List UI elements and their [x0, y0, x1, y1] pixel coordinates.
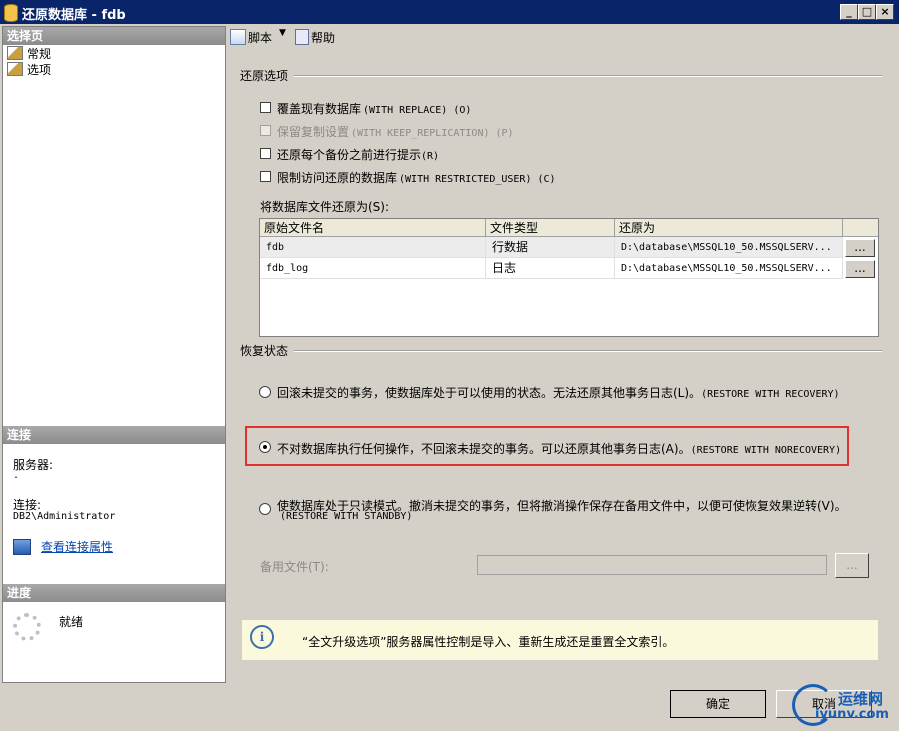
recovery-state-group-label: 恢复状态: [240, 342, 295, 359]
nav-item-general[interactable]: 常规: [7, 46, 51, 62]
group-separator: [240, 75, 882, 77]
nav-label: 选项: [27, 63, 52, 77]
progress-spinner-icon: [13, 613, 41, 641]
option-text: 覆盖现有数据库: [277, 102, 362, 116]
script-icon: [230, 29, 246, 45]
standby-file-label: 备用文件(T):: [260, 560, 329, 574]
recovery-radio[interactable]: [259, 386, 271, 398]
database-icon: [4, 4, 18, 22]
maximize-button[interactable]: □: [858, 4, 876, 20]
info-icon: i: [250, 625, 274, 649]
column-header-browse: [843, 219, 878, 237]
option-text: 保留复制设置: [277, 125, 350, 139]
table-row-file-name[interactable]: fdb_log: [260, 258, 486, 279]
column-header-restore-as[interactable]: 还原为: [615, 219, 843, 237]
keep-replication-label: 保留复制设置 (WITH KEEP_REPLICATION) (P): [277, 123, 514, 140]
option-text: 还原每个备份之前进行提示: [277, 148, 422, 162]
option-suffix: (RESTORE WITH RECOVERY): [701, 389, 840, 400]
restricted-user-checkbox[interactable]: [260, 171, 271, 182]
ok-button[interactable]: 确定: [670, 690, 766, 718]
view-connection-properties-link[interactable]: 查看连接属性: [41, 538, 113, 555]
restore-files-grid: 原始文件名 文件类型 还原为 fdb 行数据 D:\database\MSSQL…: [259, 218, 879, 337]
info-text: “全文升级选项”服务器属性控制是导入、重新生成还是重置全文索引。: [302, 635, 675, 649]
option-suffix: (WITH KEEP_REPLICATION) (P): [351, 128, 514, 139]
restore-options-group-label: 还原选项: [240, 67, 295, 84]
help-icon: [295, 29, 309, 45]
connection-value: DB2\Administrator: [13, 511, 116, 522]
option-suffix: (R): [421, 151, 440, 162]
standby-browse-button: ...: [835, 553, 869, 578]
script-button[interactable]: 脚本: [248, 29, 272, 46]
progress-header: 进度: [3, 584, 225, 602]
server-value: .: [13, 470, 20, 481]
minimize-button[interactable]: _: [840, 4, 858, 20]
help-button[interactable]: 帮助: [311, 29, 335, 46]
option-suffix: (WITH RESTRICTED_USER) (C): [399, 174, 556, 185]
browse-button[interactable]: ...: [845, 260, 875, 278]
toolbar: 脚本 ▼ 帮助: [227, 26, 897, 48]
progress-status: 就绪: [59, 615, 84, 629]
norecovery-label: 不对数据库执行任何操作，不回滚未提交的事务。可以还原其他事务日志(A)。(RES…: [277, 440, 841, 457]
nav-label: 常规: [27, 47, 52, 61]
option-suffix: (RESTORE WITH NORECOVERY): [690, 445, 842, 456]
connection-header: 连接: [3, 426, 225, 444]
window-title: 还原数据库 - fdb: [22, 8, 126, 23]
watermark-url: iyunv.com: [815, 707, 889, 722]
prompt-before-restore-checkbox[interactable]: [260, 148, 271, 159]
watermark-title: 运维网: [838, 690, 884, 708]
close-button[interactable]: ×: [876, 4, 894, 20]
table-row-file-type[interactable]: 日志: [486, 258, 615, 279]
info-bar: i “全文升级选项”服务器属性控制是导入、重新生成还是重置全文索引。: [242, 620, 878, 660]
with-replace-checkbox[interactable]: [260, 102, 271, 113]
option-text: 不对数据库执行任何操作，不回滚未提交的事务。可以还原其他事务日志(A)。: [277, 442, 691, 456]
column-header-file-type[interactable]: 文件类型: [486, 219, 615, 237]
table-row-file-name[interactable]: fdb: [260, 237, 486, 258]
option-text: 回滚未提交的事务，使数据库处于可以使用的状态。无法还原其他事务日志(L)。: [277, 386, 702, 400]
table-row-file-type[interactable]: 行数据: [486, 237, 615, 258]
connection-properties-icon: [13, 539, 31, 555]
title-bar: 还原数据库 - fdb _ □ ×: [0, 0, 899, 24]
norecovery-radio[interactable]: [259, 441, 271, 453]
prompt-before-restore-label: 还原每个备份之前进行提示(R): [277, 146, 439, 163]
page-icon: [7, 46, 23, 60]
table-row-restore-as[interactable]: D:\database\MSSQL10_50.MSSQLSERV...: [615, 237, 843, 258]
restricted-user-label: 限制访问还原的数据库 (WITH RESTRICTED_USER) (C): [277, 169, 556, 186]
option-text: 限制访问还原的数据库: [277, 171, 398, 185]
column-header-original-file[interactable]: 原始文件名: [260, 219, 486, 237]
keep-replication-checkbox: [260, 125, 271, 136]
left-pane: 选择页 常规 选项 连接 服务器: . 连接: DB2\Administrato…: [2, 26, 226, 683]
group-separator: [240, 350, 882, 352]
select-page-header: 选择页: [3, 27, 225, 45]
restore-files-label: 将数据库文件还原为(S):: [260, 200, 390, 214]
standby-file-input: [477, 555, 827, 575]
script-dropdown-icon[interactable]: ▼: [279, 28, 286, 38]
page-icon: [7, 62, 23, 76]
table-row-restore-as[interactable]: D:\database\MSSQL10_50.MSSQLSERV...: [615, 258, 843, 279]
with-replace-label: 覆盖现有数据库 (WITH REPLACE) (O): [277, 100, 471, 117]
option-suffix: (WITH REPLACE) (O): [363, 105, 472, 116]
recovery-label: 回滚未提交的事务，使数据库处于可以使用的状态。无法还原其他事务日志(L)。(RE…: [277, 384, 840, 401]
standby-radio[interactable]: [259, 503, 271, 515]
nav-item-options[interactable]: 选项: [7, 62, 52, 78]
standby-suffix: (RESTORE WITH STANDBY): [280, 511, 413, 522]
browse-button[interactable]: ...: [845, 239, 875, 257]
